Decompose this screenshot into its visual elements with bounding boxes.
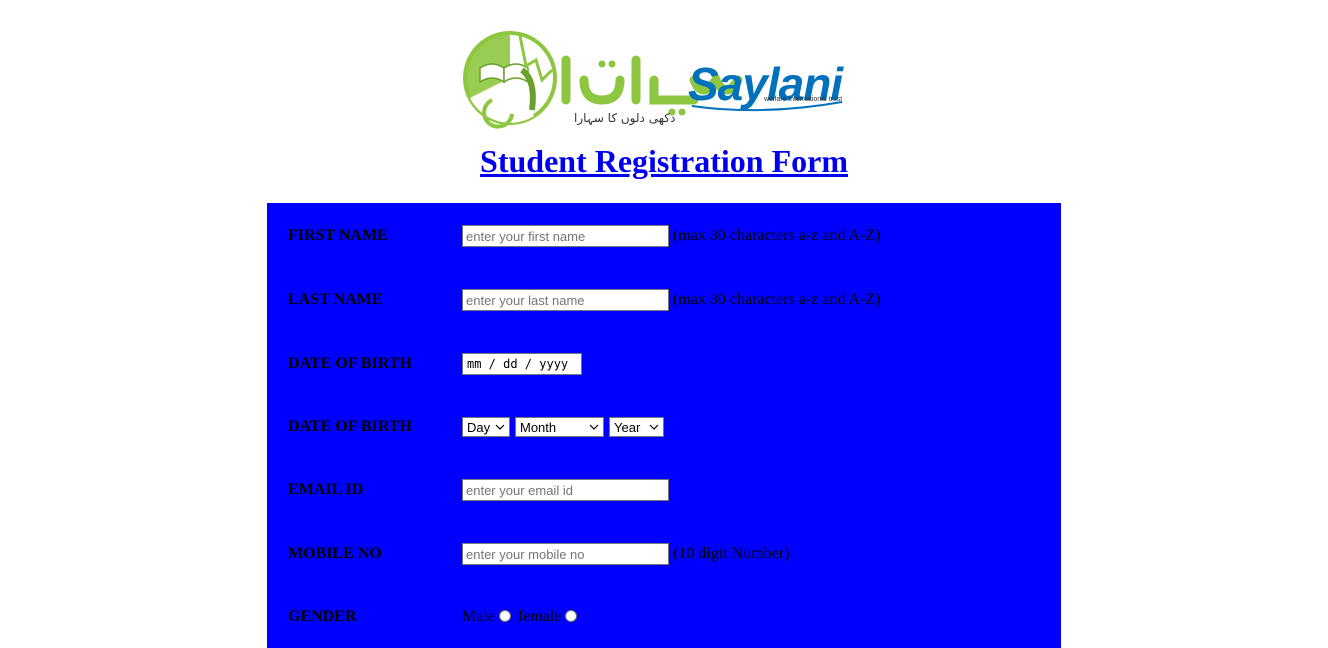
chevron-down-icon	[495, 424, 505, 430]
gender-female-radio[interactable]	[565, 609, 578, 622]
mobile-row: MOBILE NO (10 digit Number)	[267, 543, 1061, 567]
dob-select-label: DATE OF BIRTH	[288, 418, 412, 435]
day-select-value: Day	[467, 419, 491, 435]
dob-date-placeholder: mm / dd / yyyy	[467, 357, 569, 371]
logo-tagline: welfare international trust	[763, 96, 842, 103]
logo-urdu-tagline: دکھی دلوں کا سہارا	[574, 111, 675, 126]
first-name-hint: (max 30 characters a-z and A-Z)	[673, 227, 881, 244]
mobile-label: MOBILE NO	[288, 545, 382, 562]
last-name-label: LAST NAME	[288, 291, 383, 308]
gender-label: GENDER	[288, 608, 357, 625]
page-title[interactable]: Student Registration Form	[0, 143, 1328, 180]
first-name-input[interactable]	[462, 225, 669, 247]
last-name-row: LAST NAME (max 30 characters a-z and A-Z…	[267, 289, 1061, 313]
gender-female-label: female	[517, 608, 562, 625]
day-select[interactable]: Day	[462, 417, 510, 437]
gender-male-radio[interactable]	[498, 609, 511, 622]
first-name-row: FIRST NAME (max 30 characters a-z and A-…	[267, 225, 1061, 249]
email-row: EMAIL ID	[267, 479, 1061, 503]
gender-male-label: Male	[462, 608, 495, 625]
dob-picker-row: DATE OF BIRTH mm / dd / yyyy	[267, 353, 1061, 377]
chevron-down-icon	[649, 424, 659, 430]
year-select-value: Year	[614, 419, 641, 435]
month-select[interactable]: Month	[515, 417, 604, 437]
gender-row: GENDER Male female	[267, 606, 1061, 630]
mobile-hint: (10 digit Number)	[673, 545, 790, 562]
dob-picker-label: DATE OF BIRTH	[288, 355, 412, 372]
registration-form: FIRST NAME (max 30 characters a-z and A-…	[267, 203, 1061, 648]
chevron-down-icon	[589, 424, 599, 430]
last-name-input[interactable]	[462, 289, 669, 311]
month-select-value: Month	[520, 419, 557, 435]
dob-date-input[interactable]: mm / dd / yyyy	[462, 353, 582, 375]
first-name-label: FIRST NAME	[288, 227, 388, 244]
year-select[interactable]: Year	[609, 417, 664, 437]
last-name-hint: (max 30 characters a-z and A-Z)	[673, 291, 881, 308]
dob-select-row: DATE OF BIRTH Day Month Year	[267, 416, 1061, 440]
email-input[interactable]	[462, 479, 669, 501]
mobile-input[interactable]	[462, 543, 669, 565]
saylani-logo: Saylani welfare international trust دکھی…	[462, 30, 860, 130]
email-label: EMAIL ID	[288, 481, 364, 498]
